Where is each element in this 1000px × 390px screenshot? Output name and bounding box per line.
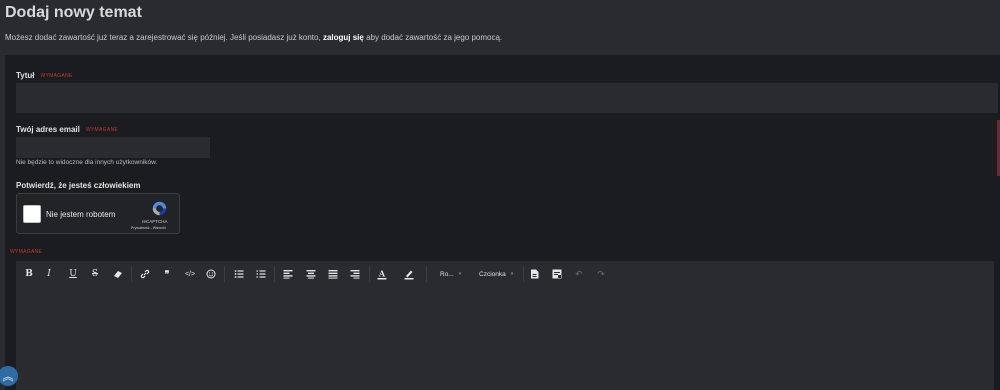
text-color-button[interactable]: A [375, 267, 389, 281]
recaptcha-brand: reCAPTCHA [142, 219, 168, 224]
recaptcha-links[interactable]: Prywatność - Warunki [131, 226, 166, 230]
redo-button[interactable]: ↷ [594, 267, 608, 281]
title-label-text: Tytuł [16, 71, 35, 80]
align-justify-button[interactable] [326, 267, 340, 281]
strikethrough-icon: S [91, 269, 99, 279]
emoji-icon [206, 269, 216, 279]
eraser-icon [114, 271, 122, 278]
document-icon [530, 269, 538, 279]
link-icon [140, 269, 150, 279]
text-color-icon: A [377, 269, 387, 279]
intro-text: Możesz dodać zawartość już teraz a zarej… [5, 33, 502, 42]
chevron-down-icon: ▾ [510, 271, 514, 277]
italic-button[interactable]: I [42, 267, 56, 281]
title-input[interactable] [16, 83, 998, 113]
align-justify-icon [328, 270, 338, 279]
align-left-button[interactable] [281, 267, 295, 281]
source-button[interactable] [550, 267, 564, 281]
format-dropdown[interactable]: Ro... ▾ [440, 267, 461, 281]
bullet-list-button[interactable] [232, 267, 246, 281]
quote-button[interactable]: ❞ [160, 267, 174, 281]
highlight-button[interactable] [402, 267, 416, 281]
align-right-button[interactable] [348, 267, 362, 281]
rich-text-editor: B I U S ❞ </> A Ro... ▾ Czcionka ▾ ↶ ↷ [16, 261, 994, 390]
align-left-icon [283, 270, 293, 279]
bold-button[interactable]: B [22, 267, 36, 281]
bold-icon: B [25, 269, 33, 279]
link-button[interactable] [138, 267, 152, 281]
intro-text-before: Możesz dodać zawartość już teraz a zarej… [5, 33, 323, 42]
toolbar-separator [523, 266, 524, 282]
editor-content-area[interactable] [16, 287, 994, 390]
page-header: Dodaj nowy temat Możesz dodać zawartość … [0, 0, 1000, 52]
title-required-badge: WYMAGANE [40, 72, 73, 79]
toolbar-separator [274, 266, 275, 282]
toolbar-separator [224, 266, 225, 282]
captcha-checkbox-label[interactable]: Nie jestem robotem [46, 210, 115, 219]
recaptcha-widget: Nie jestem robotem reCAPTCHA Prywatność … [16, 193, 180, 234]
numbered-list-button[interactable] [254, 267, 268, 281]
email-label: Twój adres email WYMAGANE [16, 125, 118, 134]
undo-icon: ↶ [575, 268, 583, 279]
toolbar-separator [131, 266, 132, 282]
highlight-icon [404, 270, 414, 279]
captcha-label: Potwierdź, że jesteś człowiekiem [16, 181, 141, 190]
svg-text:A: A [378, 269, 386, 279]
bullet-list-icon [234, 270, 244, 278]
underline-icon: U [69, 269, 77, 279]
underline-button[interactable]: U [66, 267, 80, 281]
align-right-icon [350, 270, 360, 279]
strikethrough-button[interactable]: S [88, 267, 102, 281]
undo-button[interactable]: ↶ [572, 267, 586, 281]
font-dropdown-label: Czcionka [479, 270, 506, 278]
intro-text-after: aby dodać zawartość za jego pomocą. [363, 33, 503, 42]
redo-icon: ↷ [597, 268, 605, 279]
content-required-badge: WYMAGANE [10, 249, 43, 255]
email-required-badge: WYMAGANE [85, 126, 118, 133]
emoji-button[interactable] [204, 267, 218, 281]
toolbar-separator [369, 266, 370, 282]
align-center-icon [306, 270, 316, 279]
numbered-list-icon [256, 270, 266, 278]
captcha-checkbox[interactable] [23, 205, 41, 223]
quote-icon: ❞ [164, 268, 170, 279]
double-chevron-up-icon: ︽ [2, 371, 14, 383]
toolbar-separator [426, 266, 427, 282]
login-link[interactable]: zaloguj się [323, 33, 364, 42]
remove-format-button[interactable] [111, 267, 125, 281]
editor-toolbar: B I U S ❞ </> A Ro... ▾ Czcionka ▾ ↶ ↷ [16, 261, 994, 287]
title-label: Tytuł WYMAGANE [16, 71, 73, 80]
chevron-down-icon: ▾ [458, 271, 462, 277]
italic-icon: I [47, 269, 51, 279]
email-hint: Nie będzie to widoczne dla innych użytko… [16, 159, 158, 166]
code-icon: </> [184, 270, 196, 278]
code-button[interactable]: </> [183, 267, 197, 281]
email-input[interactable] [16, 137, 210, 158]
preview-button[interactable] [527, 267, 541, 281]
page-title: Dodaj nowy temat [5, 4, 142, 21]
recaptcha-logo-icon [152, 201, 167, 216]
format-dropdown-label: Ro... [440, 270, 454, 278]
align-center-button[interactable] [304, 267, 318, 281]
font-dropdown[interactable]: Czcionka ▾ [479, 267, 513, 281]
email-label-text: Twój adres email [16, 125, 80, 134]
source-icon [552, 269, 562, 279]
